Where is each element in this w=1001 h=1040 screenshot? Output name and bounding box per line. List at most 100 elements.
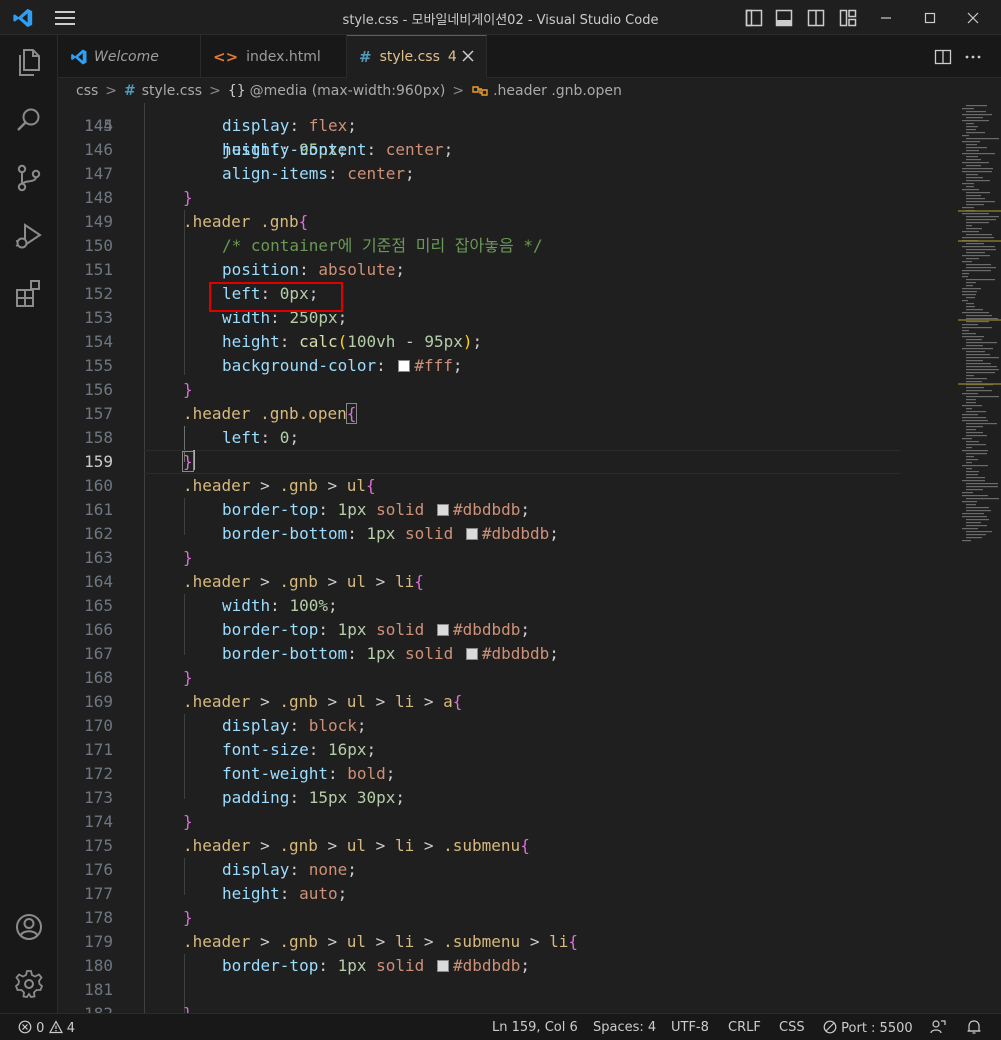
minimap-line <box>966 249 996 251</box>
accounts-icon[interactable] <box>12 910 46 944</box>
minimap-line <box>962 405 982 407</box>
minimap-line <box>966 222 989 224</box>
source-control-icon[interactable] <box>12 161 46 195</box>
code-line: 154 height: calc(100vh - 95px); <box>84 332 483 351</box>
minimap-line <box>962 336 984 338</box>
minimap-line <box>962 270 991 272</box>
extensions-icon[interactable] <box>12 277 46 311</box>
code-line: 176 display: none; <box>84 860 357 879</box>
color-swatch[interactable] <box>465 528 478 540</box>
code-line: 164 .header > .gnb > ul > li{ <box>84 572 424 591</box>
minimap-line <box>966 315 992 317</box>
minimize-icon[interactable] <box>871 8 901 28</box>
color-swatch[interactable] <box>436 960 449 972</box>
notifications-bell-icon[interactable] <box>966 1019 982 1035</box>
minimap-line <box>966 282 976 284</box>
minimap-line <box>966 453 987 455</box>
search-icon[interactable] <box>12 103 46 137</box>
code-line: 173 padding: 15px 30px; <box>84 788 406 807</box>
minimap-line <box>966 144 977 146</box>
breadcrumb-folder[interactable]: css <box>76 83 98 99</box>
run-debug-icon[interactable] <box>12 219 46 253</box>
minimap-line <box>966 156 978 158</box>
minimap-line <box>966 489 983 491</box>
code-line: 152 left: 0px; <box>84 284 319 303</box>
code-line: 182} <box>58 1002 901 1013</box>
minimap-line <box>962 135 969 137</box>
text-cursor <box>192 450 195 470</box>
close-tab-icon[interactable] <box>460 48 476 64</box>
toggle-secondary-sidebar-icon[interactable] <box>807 9 825 27</box>
no-entry-icon <box>823 1020 837 1034</box>
minimap-line <box>966 159 981 161</box>
minimap-line <box>962 495 988 497</box>
tab-style-css[interactable]: # style.css 4 <box>347 35 487 78</box>
color-swatch[interactable] <box>398 360 411 372</box>
minimap-line <box>966 504 976 506</box>
minimap-line <box>966 354 990 356</box>
customize-layout-icon[interactable] <box>839 9 857 27</box>
code-editor[interactable]: 144 height: 95px; 145 display: flex; 146 j… <box>58 103 1001 1013</box>
minimap-line <box>966 372 995 374</box>
toggle-primary-sidebar-icon[interactable] <box>745 9 763 27</box>
code-line: 175 .header > .gnb > ul > li > .submenu{ <box>84 836 530 855</box>
indentation-setting[interactable]: Spaces: 4 <box>593 1020 656 1035</box>
color-swatch[interactable] <box>465 648 478 660</box>
cursor-position[interactable]: Ln 159, Col 6 <box>492 1020 578 1035</box>
maximize-icon[interactable] <box>915 8 945 28</box>
toggle-panel-icon[interactable] <box>775 9 793 27</box>
minimap-line <box>966 474 978 476</box>
tab-index-html[interactable]: <> index.html <box>201 35 347 78</box>
tab-welcome[interactable]: Welcome <box>58 35 201 78</box>
minimap-line <box>962 300 968 302</box>
explorer-icon[interactable] <box>12 45 46 79</box>
tab-label: index.html <box>246 48 321 65</box>
code-line: 178} <box>84 908 193 927</box>
code-line: 145 display: flex; <box>84 116 357 135</box>
minimap-line <box>966 303 974 305</box>
feedback-icon[interactable] <box>930 1019 946 1035</box>
code-line: 177 height: auto; <box>84 884 348 903</box>
more-actions-icon[interactable] <box>963 47 983 67</box>
minimap-line <box>966 267 996 269</box>
minimap-line <box>966 129 976 131</box>
minimap-line <box>966 228 982 230</box>
minimap-line <box>966 483 998 485</box>
color-swatch[interactable] <box>436 624 449 636</box>
minimap-line <box>966 279 995 281</box>
minimap-line <box>962 393 978 395</box>
settings-gear-icon[interactable] <box>12 967 46 1001</box>
live-server-port[interactable]: Port : 5500 <box>823 1020 913 1036</box>
breadcrumb-file[interactable]: style.css <box>142 83 202 99</box>
code-line: 153 width: 250px; <box>84 308 348 327</box>
minimap-line <box>962 153 995 155</box>
status-bar: 0 4 Ln 159, Col 6 Spaces: 4 UTF-8 CRLF C… <box>0 1013 1001 1040</box>
minimap-line <box>966 432 983 434</box>
color-swatch[interactable] <box>436 504 449 516</box>
breadcrumb-rule[interactable]: .header .gnb.open <box>493 83 622 99</box>
breadcrumb-media[interactable]: @media (max-width:960px) <box>250 83 446 99</box>
minimap-line <box>966 360 983 362</box>
editor-tabs: Welcome <> index.html # style.css 4 <box>58 35 1001 78</box>
language-mode[interactable]: CSS <box>779 1020 805 1035</box>
encoding-setting[interactable]: UTF-8 <box>671 1020 709 1035</box>
minimap[interactable] <box>958 103 1001 1013</box>
breadcrumb: css > # style.css > {} @media (max-width… <box>58 79 1001 103</box>
minimap-line <box>966 219 996 221</box>
eol-setting[interactable]: CRLF <box>728 1020 761 1035</box>
minimap-line <box>962 414 978 416</box>
minimap-line <box>962 348 993 350</box>
problems-indicator[interactable]: 0 4 <box>18 1020 75 1036</box>
minimap-line <box>962 450 988 452</box>
close-window-icon[interactable] <box>958 8 988 28</box>
code-line: 172 font-weight: bold; <box>84 764 396 783</box>
minimap-line <box>966 369 999 371</box>
split-editor-icon[interactable] <box>933 47 953 67</box>
minimap-line <box>966 297 975 299</box>
minimap-line <box>962 141 980 143</box>
minimap-line <box>966 411 986 413</box>
minimap-line <box>966 387 984 389</box>
minimap-line <box>962 189 979 191</box>
minimap-line <box>966 444 986 446</box>
code-line: 159} <box>84 450 195 472</box>
